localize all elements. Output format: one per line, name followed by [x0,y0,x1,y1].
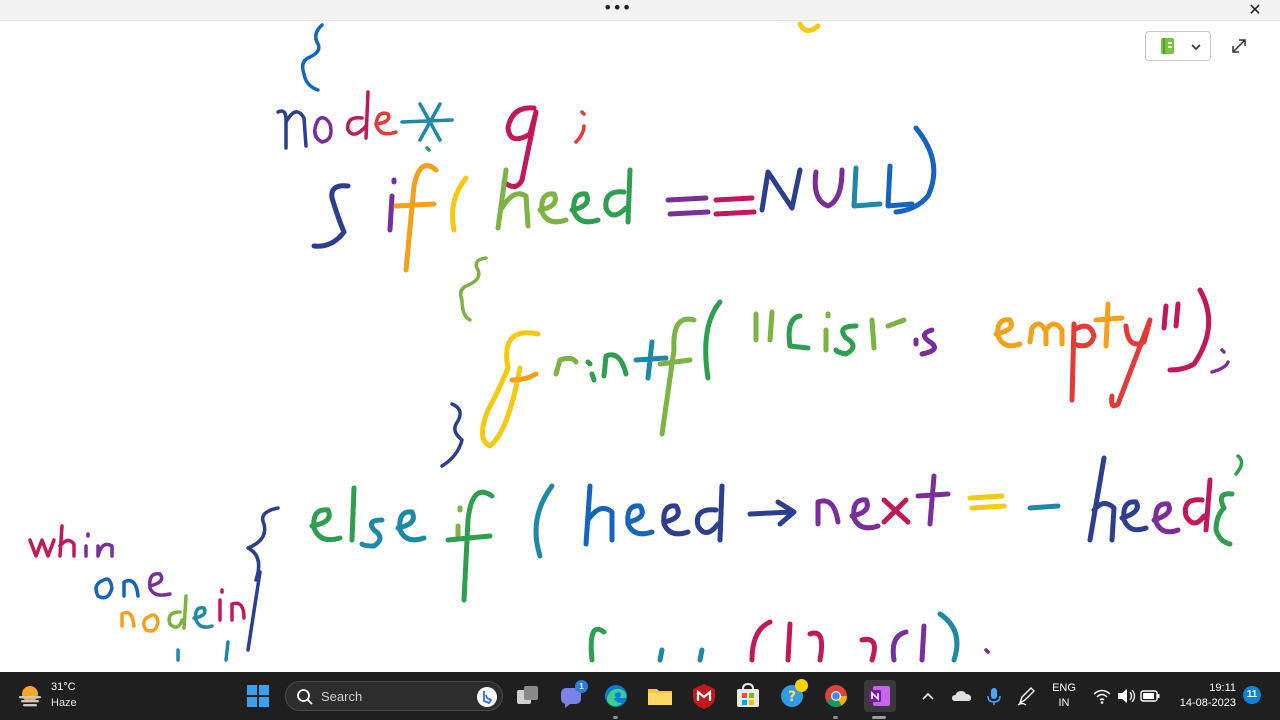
ink-line-brace-open-2 [458,256,488,322]
clock-time[interactable]: 19:11 [1174,682,1236,694]
more-options-icon[interactable]: ••• [603,0,631,18]
app-title-bar: ••• ✕ [0,0,1280,21]
weather-condition[interactable]: Haze [51,697,77,709]
ink-line-printf [480,287,1230,449]
edge-icon[interactable] [600,680,632,712]
ink-drawing [28,21,1244,663]
onenote-ink-canvas[interactable] [0,21,1280,672]
pen-menu-icon[interactable] [1012,680,1040,712]
search-icon [297,689,313,705]
edge-running-indicator [613,716,618,719]
notification-center-badge[interactable]: 11 [1243,686,1261,704]
task-view-icon[interactable] [512,680,544,712]
file-explorer-icon[interactable] [644,680,676,712]
start-icon[interactable] [242,680,274,712]
wifi-icon[interactable] [1090,680,1114,712]
language-indicator-line2[interactable]: IN [1046,697,1082,709]
weather-temperature[interactable]: 31°C [51,681,76,693]
chrome-icon[interactable] [820,680,852,712]
tips-badge [795,679,808,692]
ink-line-brace-open [300,23,324,92]
ink-line-brace-close [440,402,464,468]
clock-date[interactable]: 14-08-2023 [1166,697,1236,709]
teams-badge: 1 [575,680,588,693]
ink-side-note [28,506,280,662]
battery-icon[interactable] [1138,680,1162,712]
taskbar-search-box[interactable]: Search [285,681,503,711]
windows-taskbar: 31°C Haze Search 1 ? ENG IN 19:11 14-08-… [0,672,1280,720]
microsoft-store-icon[interactable] [732,680,764,712]
sun-haze-icon[interactable] [16,683,44,709]
ink-line-else-if [309,454,1244,603]
chrome-running-indicator [833,716,838,719]
onenote-active-indicator [872,716,886,719]
mcafee-icon[interactable] [688,680,720,712]
svg-text:?: ? [788,689,796,705]
onenote-icon[interactable] [864,680,896,712]
ink-line-if-head-null [311,125,937,273]
ink-line-node-declaration [276,90,586,189]
language-indicator-line1[interactable]: ENG [1046,682,1082,694]
volume-icon[interactable] [1114,680,1138,712]
search-placeholder: Search [321,689,363,704]
close-icon[interactable]: ✕ [1244,0,1266,20]
ink-line-free-head [588,611,990,663]
show-hidden-icons-chevron-icon[interactable] [914,680,942,712]
microphone-icon[interactable] [980,680,1008,712]
bing-icon[interactable] [476,686,498,708]
onedrive-cloud-icon[interactable] [948,680,976,712]
